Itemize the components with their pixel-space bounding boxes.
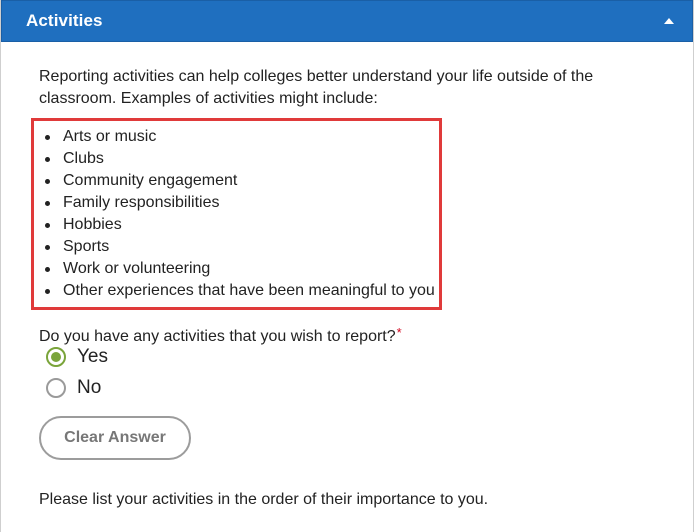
required-marker: * <box>396 325 402 340</box>
bullet-icon <box>45 157 50 162</box>
list-item: Sports <box>39 236 459 258</box>
radio-label-yes[interactable]: Yes <box>77 346 108 368</box>
intro-text: Reporting activities can help colleges b… <box>39 68 594 107</box>
section-title: Activities <box>26 11 103 30</box>
list-item: Other experiences that have been meaning… <box>39 280 459 302</box>
bullet-icon <box>45 267 50 272</box>
radio-option-no[interactable]: No <box>46 377 101 399</box>
examples-list: Arts or music Clubs Community engagement… <box>39 126 459 302</box>
list-item-label: Sports <box>63 238 110 255</box>
question-label: Do you have any activities that you wish… <box>39 328 396 345</box>
list-item-label: Hobbies <box>63 216 122 233</box>
list-item-label: Arts or music <box>63 128 157 145</box>
bullet-icon <box>45 179 50 184</box>
radio-no[interactable] <box>46 378 66 398</box>
bullet-icon <box>45 223 50 228</box>
clear-answer-button[interactable]: Clear Answer <box>39 416 191 460</box>
list-item-label: Family responsibilities <box>63 194 220 211</box>
bullet-icon <box>45 289 50 294</box>
activities-question: Do you have any activities that you wish… <box>39 322 402 348</box>
list-item-label: Clubs <box>63 150 104 167</box>
radio-selected-dot <box>51 352 61 362</box>
activities-panel: Activities Reporting activities can help… <box>0 0 694 532</box>
list-item: Clubs <box>39 148 459 170</box>
list-item: Arts or music <box>39 126 459 148</box>
radio-label-no[interactable]: No <box>77 377 101 399</box>
instruction-text: Please list your activities in the order… <box>39 491 489 508</box>
list-item-label: Work or volunteering <box>63 260 211 277</box>
radio-option-yes[interactable]: Yes <box>46 346 108 368</box>
bullet-icon <box>45 135 50 140</box>
list-item: Family responsibilities <box>39 192 459 214</box>
chevron-up-icon[interactable] <box>664 18 674 24</box>
section-header[interactable]: Activities <box>1 0 693 42</box>
list-item-label: Other experiences that have been meaning… <box>63 282 435 299</box>
list-item-label: Community engagement <box>63 172 238 189</box>
bullet-icon <box>45 201 50 206</box>
list-item: Work or volunteering <box>39 258 459 280</box>
list-item: Hobbies <box>39 214 459 236</box>
radio-yes[interactable] <box>46 347 66 367</box>
list-item: Community engagement <box>39 170 459 192</box>
bullet-icon <box>45 245 50 250</box>
